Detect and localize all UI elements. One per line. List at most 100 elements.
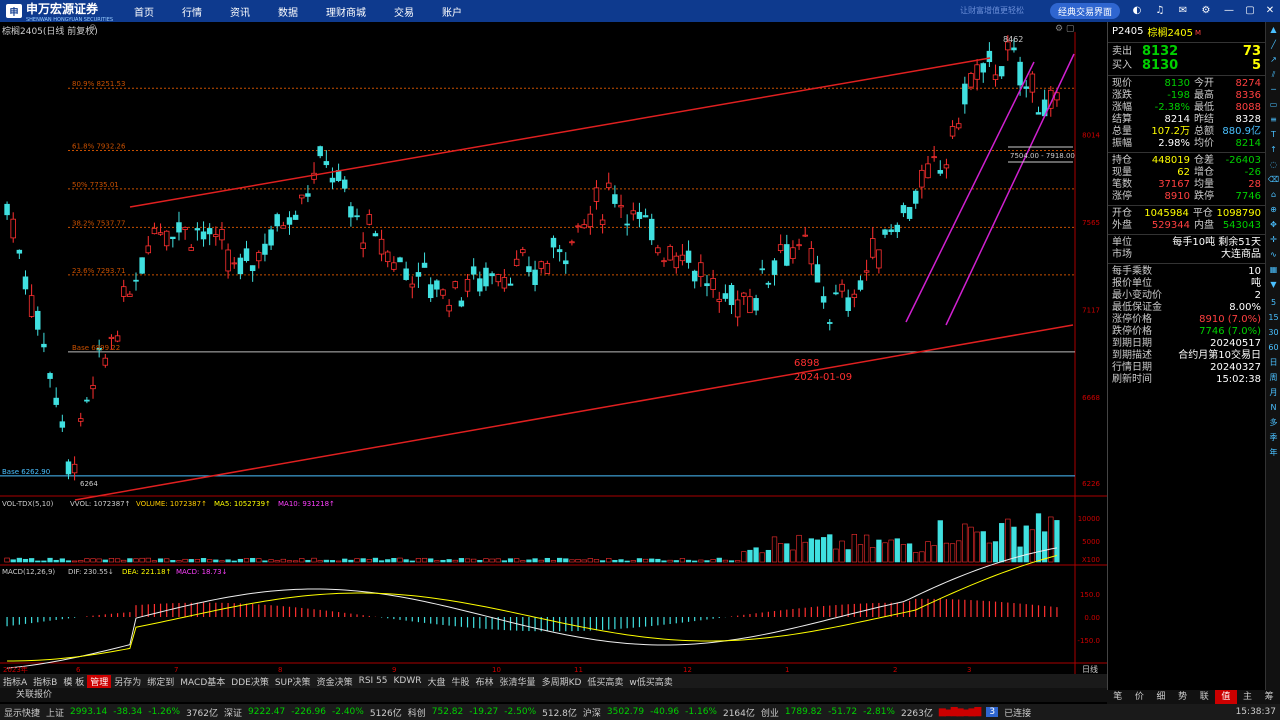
period-4[interactable]: 日 — [1266, 356, 1280, 370]
toolbar-zoom-icon[interactable]: ⊕ — [1266, 203, 1280, 217]
volume-bar — [593, 559, 600, 563]
toolbar-wave-icon[interactable]: ∿ — [1266, 248, 1280, 262]
indicator-tab-3[interactable]: 管理 — [87, 674, 112, 688]
nav-item-6[interactable]: 账户 — [428, 4, 476, 19]
panel-tab-6[interactable]: 主 — [1237, 690, 1259, 704]
indicator-tab-2[interactable]: 模 板 — [60, 675, 87, 688]
info-label: 跌停价格 — [1112, 326, 1152, 337]
toolbar-cycle-icon[interactable]: ◌ — [1266, 158, 1280, 172]
nav-item-2[interactable]: 资讯 — [216, 4, 264, 19]
nav-item-1[interactable]: 行情 — [168, 4, 216, 19]
chart-area[interactable]: 80.9% 8251.53 61.8% 7932.26 50% 7735.01 38.… — [0, 22, 1107, 674]
indicator-tab-1[interactable]: 指标B — [30, 675, 60, 688]
panel-tab-3[interactable]: 势 — [1172, 690, 1194, 704]
volume-bar — [667, 559, 673, 563]
indicator-tab-6[interactable]: MACD基本 — [177, 675, 228, 688]
toolbar-arrow-icon[interactable]: ↑ — [1266, 143, 1280, 157]
gear-icon[interactable]: ⚙ — [1199, 4, 1213, 18]
close-icon[interactable]: ✕ — [1263, 4, 1277, 18]
indicator-tab-0[interactable]: 指标A — [0, 675, 30, 688]
indicator-tab-8[interactable]: SUP决策 — [272, 675, 314, 688]
candle-body — [888, 229, 894, 233]
indicator-tab-16[interactable]: 多周期KD — [539, 675, 585, 688]
nav-item-0[interactable]: 首页 — [120, 4, 168, 19]
period-6[interactable]: 月 — [1266, 386, 1280, 400]
indicator-tab-9[interactable]: 资金决策 — [314, 675, 356, 688]
candle-body — [734, 299, 741, 318]
volume-bar — [882, 542, 888, 563]
headset-icon[interactable]: ♫ — [1153, 4, 1167, 18]
panel-tab-5[interactable]: 值 — [1215, 690, 1237, 704]
period-10[interactable]: 年 — [1266, 446, 1280, 460]
panel-tab-7[interactable]: 筹 — [1258, 690, 1280, 704]
theme-icon[interactable]: ◐ — [1130, 4, 1144, 18]
toolbar-lock-icon[interactable]: ⌂ — [1266, 188, 1280, 202]
info-label: 每手乘数 — [1112, 266, 1152, 277]
candle-body — [845, 297, 851, 311]
quote-label: 今开 — [1194, 78, 1214, 89]
quote-row: 外盘 529344 内盘 543043 — [1108, 220, 1265, 232]
quote-label: 涨停 — [1112, 191, 1132, 202]
classic-trade-button[interactable]: 经典交易界面 — [1050, 3, 1120, 19]
minimize-icon[interactable]: — — [1222, 4, 1236, 18]
indicator-tab-10[interactable]: RSI 55 — [356, 676, 391, 686]
toolbar-line-icon[interactable]: ╱ — [1266, 38, 1280, 52]
info-value: 10 — [1248, 266, 1261, 277]
nav-item-4[interactable]: 理财商城 — [312, 4, 380, 19]
related-quote-bar[interactable]: 关联报价 — [0, 688, 1107, 702]
quote-row: 涨跌 -198 最高 8336 — [1108, 90, 1265, 102]
toolbar-ray-icon[interactable]: ↗ — [1266, 53, 1280, 67]
toolbar-grid-icon[interactable]: ▦ — [1266, 263, 1280, 277]
maximize-icon[interactable]: ▢ — [1243, 4, 1257, 18]
indicator-tab-12[interactable]: 大盘 — [425, 675, 449, 688]
volume-bar — [170, 560, 176, 563]
period-1[interactable]: 15 — [1266, 311, 1280, 325]
toolbar-channel-icon[interactable]: ⫽ — [1266, 68, 1280, 82]
toolbar-up-icon[interactable]: ▲ — [1266, 23, 1280, 37]
nav-item-3[interactable]: 数据 — [264, 4, 312, 19]
indicator-tab-5[interactable]: 绑定到 — [144, 675, 177, 688]
panel-tab-0[interactable]: 笔 — [1107, 690, 1129, 704]
indicator-tab-14[interactable]: 布林 — [473, 675, 497, 688]
volume-bar — [759, 552, 765, 563]
period-8[interactable]: 多 — [1266, 416, 1280, 430]
show-shortcut[interactable]: 显示快捷 — [4, 706, 40, 719]
volume-bar — [378, 560, 385, 563]
toolbar-cross-icon[interactable]: ✛ — [1266, 233, 1280, 247]
indicator-tab-15[interactable]: 张清华量 — [497, 675, 539, 688]
indicator-tab-17[interactable]: 低买高卖 — [584, 675, 626, 688]
period-5[interactable]: 周 — [1266, 371, 1280, 385]
toolbar-text-icon[interactable]: T — [1266, 128, 1280, 142]
candle-body — [145, 245, 152, 254]
indicator-tab-4[interactable]: 另存为 — [111, 675, 144, 688]
toolbar-rect-icon[interactable]: ▭ — [1266, 98, 1280, 112]
toolbar-fib-icon[interactable]: ≡ — [1266, 113, 1280, 127]
fib-level-label: 50% 7735.01 — [72, 181, 119, 189]
volume-bar — [778, 543, 784, 563]
indicator-tab-13[interactable]: 牛股 — [449, 675, 473, 688]
mail-icon[interactable]: ✉ — [1176, 4, 1190, 18]
period-7[interactable]: N — [1266, 401, 1280, 415]
toolbar-down-icon[interactable]: ▼ — [1266, 278, 1280, 292]
kline-chart[interactable]: 80.9% 8251.53 61.8% 7932.26 50% 7735.01 38.… — [0, 22, 1107, 674]
volume-bar — [630, 560, 636, 563]
period-3[interactable]: 60 — [1266, 341, 1280, 355]
toolbar-move-icon[interactable]: ✥ — [1266, 218, 1280, 232]
nav-item-5[interactable]: 交易 — [380, 4, 428, 19]
chart-title-close-icon[interactable]: ⊗ — [89, 23, 97, 33]
period-9[interactable]: 季 — [1266, 431, 1280, 445]
volume-bar — [606, 558, 612, 563]
indicator-tab-11[interactable]: KDWR — [391, 676, 425, 686]
volume-bar — [194, 559, 201, 563]
period-0[interactable]: 5 — [1266, 296, 1280, 310]
indicator-tab-18[interactable]: w低买高卖 — [626, 675, 675, 688]
panel-tab-1[interactable]: 价 — [1129, 690, 1151, 704]
chart-settings-icon[interactable]: ⚙ ▢ — [1055, 24, 1074, 34]
panel-tab-4[interactable]: 联 — [1194, 690, 1216, 704]
indicator-tab-7[interactable]: DDE决策 — [228, 675, 272, 688]
toolbar-eraser-icon[interactable]: ⌫ — [1266, 173, 1280, 187]
candle-body — [415, 272, 422, 277]
toolbar-hline-icon[interactable]: ─ — [1266, 83, 1280, 97]
panel-tab-2[interactable]: 细 — [1150, 690, 1172, 704]
period-2[interactable]: 30 — [1266, 326, 1280, 340]
